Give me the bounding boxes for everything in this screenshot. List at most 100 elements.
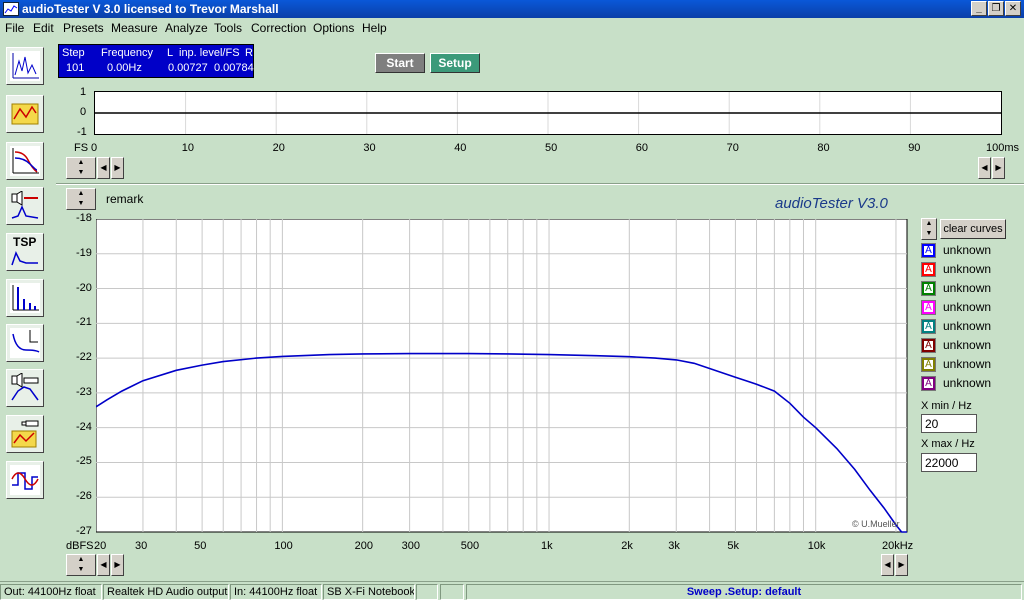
chart-x-tick: 300 <box>401 540 420 552</box>
menu-tools[interactable]: Tools <box>214 21 242 35</box>
scope-x-tick: 60 <box>635 142 649 154</box>
chart-x-tick: 200 <box>354 540 373 552</box>
app-icon[interactable] <box>3 2 19 16</box>
calibration-tool-button[interactable] <box>6 415 44 453</box>
copyright-label: © U.Mueller <box>852 519 900 529</box>
minimize-button[interactable]: _ <box>971 1 987 16</box>
curve-toggle-button[interactable]: A <box>921 376 936 391</box>
menu-measure[interactable]: Measure <box>111 21 158 35</box>
x-max-label: X max / Hz <box>921 438 975 450</box>
scope-y-tick: 0 <box>80 106 87 118</box>
input-level-header: inp. level/FS <box>179 47 240 59</box>
scope-y-scale-spinner[interactable]: ▲ ▼ <box>66 157 96 179</box>
chart-zoom-left-button[interactable]: ◀ <box>881 554 894 576</box>
scope-x-tick: 0 <box>91 142 98 154</box>
curve-toggle-button[interactable]: A <box>921 319 936 334</box>
chart-x-scale-spinner[interactable]: ▲ ▼ <box>66 554 96 576</box>
frequency-response-chart[interactable] <box>96 219 908 533</box>
close-button[interactable]: ✕ <box>1005 1 1021 16</box>
x-min-label: X min / Hz <box>921 400 972 412</box>
remark-label[interactable]: remark <box>106 192 143 206</box>
calibration-icon <box>11 420 39 448</box>
setup-button[interactable]: Setup <box>430 53 480 73</box>
chart-y-tick: -19 <box>76 246 92 259</box>
chart-x-tick: 20kHz <box>881 540 914 552</box>
speaker-sweep-tool-button[interactable] <box>6 369 44 407</box>
scope-scroll-right-button[interactable]: ▶ <box>111 157 124 179</box>
oscilloscope-tool-button[interactable] <box>6 461 44 499</box>
chart-y-tick: -21 <box>76 316 92 329</box>
chart-x-tick: 5k <box>727 540 740 552</box>
frequency-response-tool-button[interactable] <box>6 142 44 180</box>
menu-presets[interactable]: Presets <box>63 21 104 35</box>
curve-label[interactable]: unknown <box>943 376 991 390</box>
start-button[interactable]: Start <box>375 53 425 73</box>
title-bar: audioTester V 3.0 licensed to Trevor Mar… <box>0 0 1024 18</box>
curve-label[interactable]: unknown <box>943 338 991 352</box>
speaker-impedance-tool-button[interactable] <box>6 187 44 225</box>
tsp-icon <box>11 251 38 266</box>
distortion-tool-button[interactable] <box>6 279 44 317</box>
measurement-status-panel: Step Frequency L inp. level/FS R 101 0.0… <box>58 44 254 78</box>
tsp-tool-button[interactable]: TSP <box>6 233 44 271</box>
scope-y-tick: -1 <box>77 126 87 138</box>
chart-x-tick: 2k <box>621 540 633 552</box>
curve-label[interactable]: unknown <box>943 300 991 314</box>
menu-correction[interactable]: Correction <box>251 21 306 35</box>
x-max-input[interactable] <box>921 453 977 472</box>
chart-scroll-right-button[interactable]: ▶ <box>111 554 124 576</box>
curve-toggle-button[interactable]: A <box>921 281 936 296</box>
curve-label[interactable]: unknown <box>943 319 991 333</box>
curve-toggle-button[interactable]: A <box>921 338 936 353</box>
scope-zoom-left-button[interactable]: ◀ <box>978 157 991 179</box>
chart-y-scale-spinner[interactable]: ▲ ▼ <box>66 188 96 210</box>
curve-toggle-button[interactable]: A <box>921 300 936 315</box>
scope-zoom-right-button[interactable]: ▶ <box>992 157 1005 179</box>
curve-label[interactable]: unknown <box>943 357 991 371</box>
spin-up-icon[interactable]: ▲ <box>67 189 95 199</box>
chart-y-tick: -24 <box>76 420 92 433</box>
step-header: Step <box>62 47 85 59</box>
curve-toggle-button[interactable]: A <box>921 243 936 258</box>
distortion-icon <box>10 283 40 313</box>
spin-down-icon[interactable]: ▼ <box>67 168 95 178</box>
chart-y-tick: -18 <box>76 212 92 224</box>
speaker-impedance-icon <box>11 191 39 219</box>
scope-x-tick: 40 <box>454 142 467 154</box>
window-title: audioTester V 3.0 licensed to Trevor Mar… <box>22 2 279 16</box>
spin-down-icon[interactable]: ▼ <box>67 565 95 575</box>
scope-plot-area[interactable] <box>94 91 1002 135</box>
menu-file[interactable]: File <box>5 21 24 35</box>
waterfall-tool-button[interactable] <box>6 324 44 362</box>
curve-label[interactable]: unknown <box>943 243 991 257</box>
menu-options[interactable]: Options <box>313 21 354 35</box>
curve-label[interactable]: unknown <box>943 262 991 276</box>
spin-up-icon[interactable]: ▲ <box>922 219 936 229</box>
input-device: SB X-Fi Notebook <box>323 584 415 600</box>
spin-down-icon[interactable]: ▼ <box>67 199 95 209</box>
restore-button[interactable]: ❐ <box>988 1 1004 16</box>
notes-tool-button[interactable] <box>6 95 44 133</box>
chart-y-unit-label: dBFS <box>66 540 94 552</box>
menu-analyze[interactable]: Analyze <box>165 21 208 35</box>
clear-curves-button[interactable]: clear curves <box>940 219 1006 239</box>
x-min-input[interactable] <box>921 414 977 433</box>
spin-up-icon[interactable]: ▲ <box>67 555 95 565</box>
curve-toggle-button[interactable]: A <box>921 262 936 277</box>
chart-zoom-right-button[interactable]: ▶ <box>895 554 908 576</box>
spin-down-icon[interactable]: ▼ <box>922 229 936 239</box>
chart-x-tick: 20 <box>94 540 107 552</box>
chart-scroll-left-button[interactable]: ◀ <box>97 554 110 576</box>
scope-scroll-left-button[interactable]: ◀ <box>97 157 110 179</box>
right-level-value: 0.00784 <box>214 62 254 74</box>
menu-help[interactable]: Help <box>362 21 387 35</box>
menu-edit[interactable]: Edit <box>33 21 54 35</box>
scope-x-tick: 20 <box>272 142 285 154</box>
spin-up-icon[interactable]: ▲ <box>67 158 95 168</box>
spectrum-analyzer-tool-button[interactable] <box>6 47 44 85</box>
curve-label[interactable]: unknown <box>943 281 991 295</box>
curve-toggle-button[interactable]: A <box>921 357 936 372</box>
curve-select-spinner[interactable]: ▲ ▼ <box>921 218 937 240</box>
scope-x-tick: 70 <box>726 142 739 154</box>
brand-label: audioTester V3.0 <box>775 195 888 212</box>
